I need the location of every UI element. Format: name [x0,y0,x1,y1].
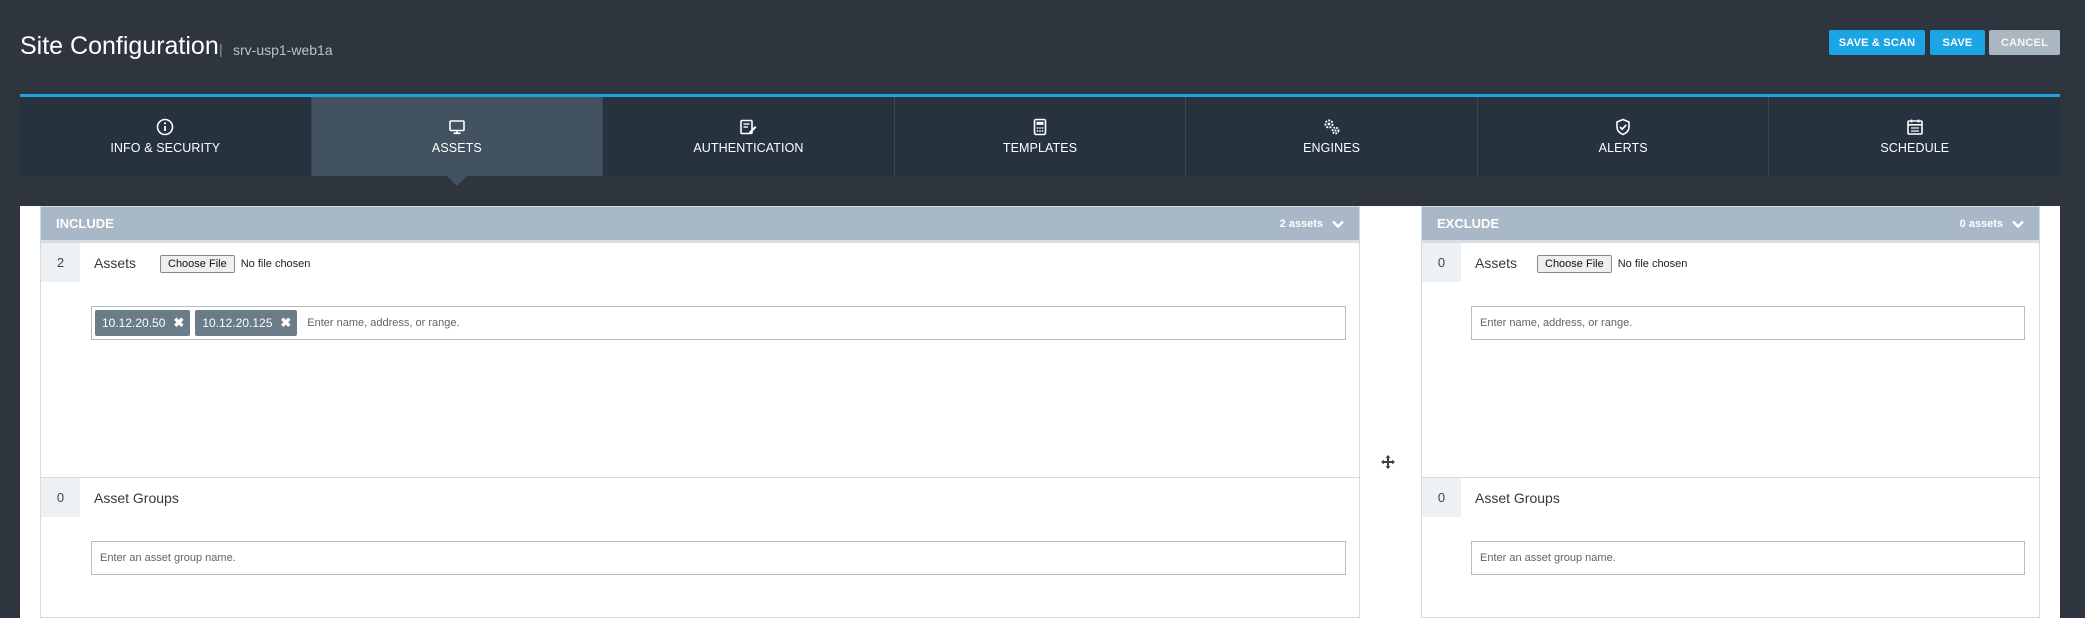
save-button[interactable]: SAVE [1930,30,1985,55]
include-file-upload: Choose File No file chosen [160,255,310,273]
exclude-groups-section: 0 Asset Groups [1422,478,2039,618]
include-count-toggle[interactable]: 2 assets [1280,218,1345,230]
tab-label: AUTHENTICATION [693,141,804,155]
file-status: No file chosen [1617,258,1688,270]
exclude-panel-header[interactable]: EXCLUDE 0 assets [1422,207,2039,243]
tab-engines[interactable]: ENGINES [1186,97,1478,176]
tab-label: INFO & SECURITY [110,141,221,155]
include-groups-label: Asset Groups [94,490,179,506]
exclude-assets-tag-input[interactable] [1471,306,2025,340]
exclude-title: EXCLUDE [1437,216,1500,231]
remove-tag-icon[interactable]: ✖ [280,315,291,331]
asset-tag: 10.12.20.50 ✖ [95,310,191,336]
page-header: Site Configuration | srv-usp1-web1a SAVE… [0,0,2085,94]
remove-tag-icon[interactable]: ✖ [173,315,184,331]
file-status: No file chosen [240,258,311,270]
tab-schedule[interactable]: SCHEDULE [1769,97,2060,176]
include-groups-count: 0 [41,478,80,517]
choose-file-button[interactable]: Choose File [160,255,235,273]
monitor-icon [449,120,465,135]
exclude-file-upload: Choose File No file chosen [1537,255,1687,273]
tab-assets[interactable]: ASSETS [311,97,604,186]
include-asset-count: 2 assets [1279,217,1323,230]
title-separator: | [219,41,223,57]
assets-content: INCLUDE 2 assets 2 Assets Choose File No… [20,206,2060,618]
shield-check-icon [1616,118,1630,136]
cancel-button[interactable]: CANCEL [1989,30,2060,55]
exclude-assets-label: Assets [1475,255,1518,271]
page-title: Site Configuration [20,32,219,60]
tab-authentication[interactable]: AUTHENTICATION [603,97,895,176]
exclude-assets-section: 0 Assets Choose File No file chosen [1422,243,2039,478]
chevron-down-icon[interactable] [1331,219,1345,229]
save-and-scan-button[interactable]: SAVE & SCAN [1829,30,1925,55]
exclude-assets-search-input[interactable] [1475,310,2024,336]
include-asset-group-input[interactable] [91,541,1346,575]
tab-templates[interactable]: TEMPLATES [895,97,1187,176]
site-name: srv-usp1-web1a [233,42,333,58]
chevron-down-icon[interactable] [2011,219,2025,229]
include-assets-label: Assets [94,255,137,271]
exclude-panel: EXCLUDE 0 assets 0 Assets Choose File No… [1421,206,2040,618]
tab-label: ASSETS [431,141,482,155]
asset-tag-label: 10.12.20.125 [202,316,273,330]
include-panel-header[interactable]: INCLUDE 2 assets [41,207,1359,243]
active-tab-pointer [446,176,467,186]
exclude-asset-group-input[interactable] [1471,541,2025,575]
choose-file-button[interactable]: Choose File [1537,255,1612,273]
include-groups-section: 0 Asset Groups [41,478,1359,618]
edit-document-icon [740,119,757,135]
gears-icon [1324,119,1339,135]
exclude-assets-count: 0 [1422,243,1461,282]
include-assets-count: 2 [41,243,80,282]
include-panel: INCLUDE 2 assets 2 Assets Choose File No… [40,206,1360,618]
asset-tag-label: 10.12.20.50 [102,316,166,330]
move-arrows-icon[interactable] [1380,454,1396,470]
tab-label: TEMPLATES [1002,141,1078,155]
tab-label: SCHEDULE [1880,141,1950,155]
exclude-count-toggle[interactable]: 0 assets [1960,218,2025,230]
info-icon [156,118,174,136]
include-title: INCLUDE [56,216,114,231]
calendar-icon [1906,119,1923,135]
tab-alerts[interactable]: ALERTS [1478,97,1770,176]
exclude-asset-count: 0 assets [1959,217,2003,230]
calculator-icon [1033,118,1047,136]
include-assets-section: 2 Assets Choose File No file chosen 10.1… [41,243,1359,478]
config-tab-bar: INFO & SECURITY ASSETS AUTHENTICATION TE… [20,94,2060,186]
tab-label: ALERTS [1598,141,1648,155]
include-assets-search-input[interactable] [302,310,1345,336]
tab-label: ENGINES [1303,141,1361,155]
exclude-groups-label: Asset Groups [1475,490,1560,506]
exclude-groups-count: 0 [1422,478,1461,517]
include-assets-tag-input[interactable]: 10.12.20.50 ✖ 10.12.20.125 ✖ [91,306,1346,340]
asset-tag: 10.12.20.125 ✖ [195,310,298,336]
tab-info-security[interactable]: INFO & SECURITY [20,97,312,176]
